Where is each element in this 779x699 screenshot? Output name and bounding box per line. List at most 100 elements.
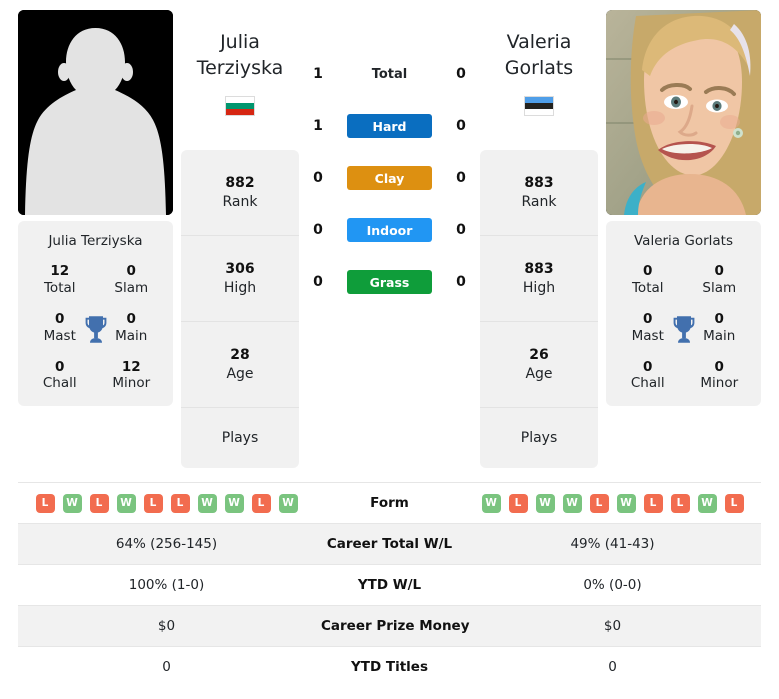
h2h-clay-right-count: 0	[456, 170, 466, 186]
right-player-last-name: Gorlats	[504, 56, 574, 79]
left-player-column: Julia Terziyska 12 Total 0 Slam 0 Mast 0…	[18, 10, 173, 407]
right-titles-chall: 0 Chall	[612, 359, 684, 393]
h2h-hard-left-count: 1	[313, 118, 323, 134]
right-flag-wrap	[480, 96, 598, 116]
form-badge-win[interactable]: W	[62, 493, 82, 513]
right-ytd_wl-value: 0% (0-0)	[583, 577, 642, 593]
right-titles-minor-value: 0	[714, 358, 724, 375]
right-player-detail-column: Valeria Gorlats 883 Rank 883 High 26 Age…	[480, 10, 598, 468]
h2h-grass-label[interactable]: Grass	[347, 270, 432, 294]
form-badge-win[interactable]: W	[697, 493, 717, 513]
comparison-stats-table: L W L W L L W W L W Form W L W W L W L L W L 64% (256-145) Car…	[18, 482, 761, 688]
h2h-row-clay: 0 Clay 0	[307, 166, 472, 190]
h2h-row-grass: 0 Grass 0	[307, 270, 472, 294]
right-player-photo[interactable]	[606, 10, 761, 215]
right-titles-slam-label: Slam	[702, 279, 737, 296]
table-row: L W L W L L W W L W Form W L W W L W L L W L	[18, 482, 761, 524]
left-titles-total: 12 Total	[24, 263, 96, 297]
right-stat-rank: 883 Rank	[480, 150, 598, 236]
table-row: 64% (256-145) Career Total W/L 49% (41-43)	[18, 523, 761, 565]
left-player-detail-column: Julia Terziyska 882 Rank 306 High 28 Age…	[181, 10, 299, 468]
h2h-indoor-label[interactable]: Indoor	[347, 218, 432, 242]
left-player-name: Julia Terziyska	[48, 233, 143, 249]
form-badge-win[interactable]: W	[481, 493, 501, 513]
form-badge-win[interactable]: W	[197, 493, 217, 513]
left-plays-label: Plays	[221, 429, 259, 446]
comparison-header: Julia Terziyska 12 Total 0 Slam 0 Mast 0…	[0, 0, 779, 468]
left-stat-plays: Plays	[181, 408, 299, 468]
left-titles-slam-value: 0	[126, 263, 136, 279]
right-titles-minor-label: Minor	[700, 375, 739, 392]
h2h-clay-label[interactable]: Clay	[347, 166, 432, 190]
form-badge-win[interactable]: W	[562, 493, 582, 513]
left-player-titles-card: Julia Terziyska 12 Total 0 Slam 0 Mast 0…	[18, 221, 173, 407]
right-stat-age: 26 Age	[480, 322, 598, 408]
form-badge-loss[interactable]: L	[643, 493, 663, 513]
h2h-total-left-count: 1	[313, 66, 323, 82]
form-badge-loss[interactable]: L	[170, 493, 190, 513]
table-row: $0 Career Prize Money $0	[18, 605, 761, 647]
stat-label-ytd_wl: YTD W/L	[357, 577, 422, 593]
form-badge-loss[interactable]: L	[89, 493, 109, 513]
flag-estonia-icon	[524, 96, 554, 116]
form-badge-win[interactable]: W	[278, 493, 298, 513]
left-flag-wrap	[181, 96, 299, 116]
form-badge-loss[interactable]: L	[143, 493, 163, 513]
right-high-label: High	[522, 279, 556, 296]
head-to-head-column: 1 Total 0 1 Hard 0 0 Clay 0 0 Indoor 0 0 Grass 0	[307, 10, 472, 294]
form-badge-loss[interactable]: L	[670, 493, 690, 513]
left-age-value: 28	[230, 347, 250, 364]
form-badge-win[interactable]: W	[224, 493, 244, 513]
table-row: 100% (1-0) YTD W/L 0% (0-0)	[18, 564, 761, 606]
right-player-titles-card: Valeria Gorlats 0 Total 0 Slam 0 Mast 0 …	[606, 221, 761, 407]
form-badge-win[interactable]: W	[535, 493, 555, 513]
h2h-row-indoor: 0 Indoor 0	[307, 218, 472, 242]
left-ytd_wl-value: 100% (1-0)	[128, 577, 205, 593]
h2h-clay-left-count: 0	[313, 170, 323, 186]
h2h-total-right-count: 0	[456, 66, 466, 82]
left-age-label: Age	[226, 365, 254, 382]
form-badge-win[interactable]: W	[616, 493, 636, 513]
left-career_total_wl-value: 64% (256-145)	[115, 536, 218, 552]
right-career_prize_money-value: $0	[603, 618, 622, 634]
right-titles-total-label: Total	[631, 279, 664, 296]
h2h-hard-label[interactable]: Hard	[347, 114, 432, 138]
left-rank-label: Rank	[222, 193, 258, 210]
left-stat-rank: 882 Rank	[181, 150, 299, 236]
left-ytd_titles-value: 0	[162, 659, 171, 676]
left-titles-total-value: 12	[50, 263, 70, 279]
form-badge-loss[interactable]: L	[251, 493, 271, 513]
form-badge-loss[interactable]: L	[35, 493, 55, 513]
form-badge-win[interactable]: W	[116, 493, 136, 513]
h2h-total-label: Total	[371, 66, 408, 82]
trophy-icon	[83, 314, 109, 344]
h2h-grass-left-count: 0	[313, 274, 323, 290]
right-stat-high: 883 High	[480, 236, 598, 322]
right-titles-total-value: 0	[643, 263, 653, 279]
form-badge-loss[interactable]: L	[589, 493, 609, 513]
left-form-cell: LWLWLLWWLW	[18, 483, 315, 524]
right-form-cell: WLWWLWLLWL	[464, 483, 761, 524]
right-plays-label: Plays	[520, 429, 558, 446]
right-rank-label: Rank	[521, 193, 557, 210]
stat-label-career_total_wl: Career Total W/L	[326, 536, 453, 552]
right-player-display-name: Valeria Gorlats	[480, 30, 598, 82]
left-titles-slam: 0 Slam	[96, 263, 168, 297]
left-titles-chall-label: Chall	[42, 375, 77, 392]
form-badge-loss[interactable]: L	[508, 493, 528, 513]
flag-bulgaria-icon	[225, 96, 255, 116]
table-row: 0 YTD Titles 0	[18, 646, 761, 688]
left-player-photo[interactable]	[18, 10, 173, 215]
left-titles-minor: 12 Minor	[96, 359, 168, 393]
right-titles-chall-label: Chall	[630, 375, 665, 392]
h2h-row-hard: 1 Hard 0	[307, 114, 472, 138]
left-titles-total-label: Total	[43, 279, 76, 296]
left-player-last-name: Terziyska	[196, 56, 284, 79]
left-titles-minor-label: Minor	[112, 375, 151, 392]
right-stat-plays: Plays	[480, 408, 598, 468]
right-titles-grid: 0 Total 0 Slam 0 Mast 0 Main 0 Chall 0 M…	[612, 263, 755, 392]
left-titles-grid: 12 Total 0 Slam 0 Mast 0 Main 0 Chall 12…	[24, 263, 167, 392]
right-rank-value: 883	[524, 175, 554, 192]
right-high-value: 883	[524, 261, 554, 278]
form-badge-loss[interactable]: L	[724, 493, 744, 513]
